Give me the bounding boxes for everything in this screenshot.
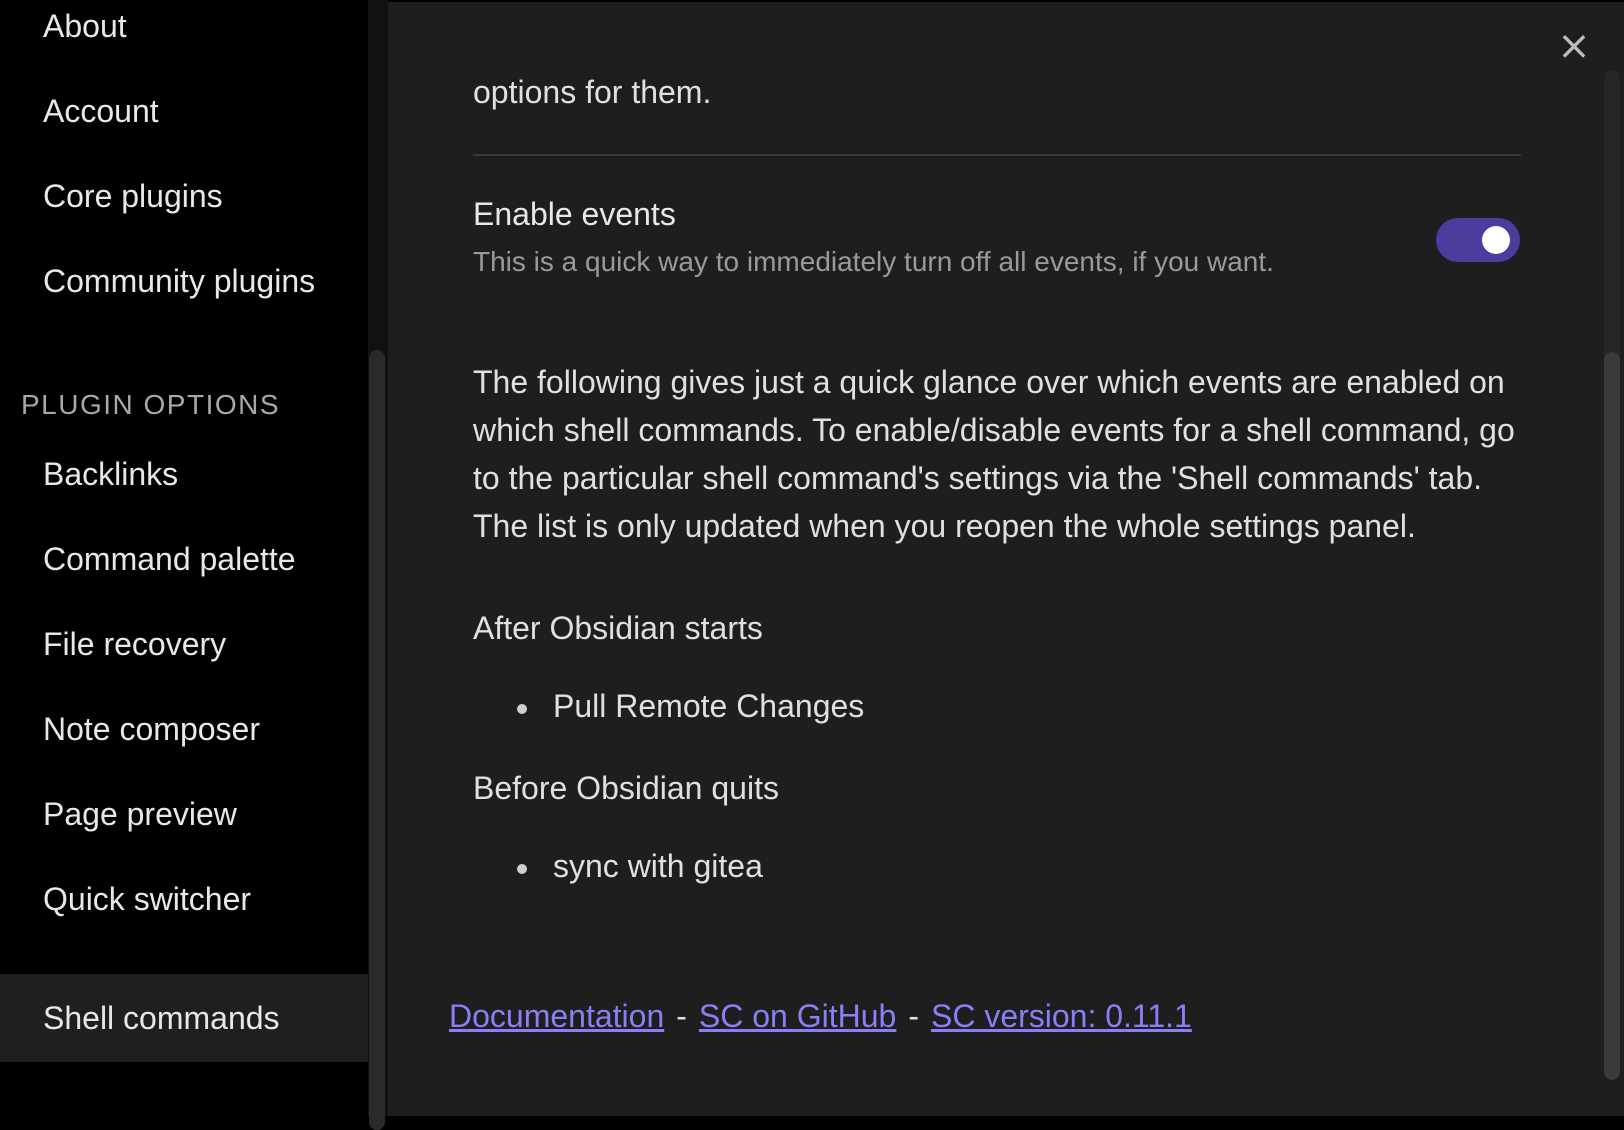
sidebar-item-backlinks[interactable]: Backlinks (0, 430, 368, 518)
sidebar-item-command-palette[interactable]: Command palette (0, 515, 368, 603)
settings-content-panel (388, 2, 1624, 1116)
sidebar-item-file-recovery[interactable]: File recovery (0, 600, 368, 688)
intro-text: options for them. (473, 74, 712, 110)
github-link[interactable]: SC on GitHub (699, 998, 896, 1034)
footer-links: Documentation - SC on GitHub - SC version: 0… (449, 998, 1192, 1035)
content-scrollbar-thumb[interactable] (1604, 352, 1620, 1080)
sidebar-heading-plugin-options: PLUGIN OPTIONS (21, 389, 281, 420)
events-explanation-paragraph: The following gives just a quick glance … (473, 364, 1515, 544)
close-icon[interactable]: × (1556, 26, 1592, 66)
sidebar-item-shell-commands[interactable]: Shell commands (0, 974, 368, 1062)
event-command-name: sync with gitea (553, 848, 763, 884)
settings-sidebar: About Account Core plugins Community plu… (0, 0, 368, 1116)
event-command-name: Pull Remote Changes (553, 688, 865, 724)
enable-events-description: This is a quick way to immediately turn … (473, 246, 1274, 277)
version-link[interactable]: SC version: 0.11.1 (931, 998, 1192, 1034)
sidebar-item-note-composer[interactable]: Note composer (0, 685, 368, 773)
list-item: sync with gitea (513, 848, 763, 885)
sidebar-item-core-plugins[interactable]: Core plugins (0, 152, 368, 240)
sidebar-item-account[interactable]: Account (0, 67, 368, 155)
list-item: Pull Remote Changes (513, 688, 864, 725)
sidebar-item-quick-switcher[interactable]: Quick switcher (0, 855, 368, 943)
documentation-link[interactable]: Documentation (449, 998, 664, 1034)
event-heading-after-obsidian-starts: After Obsidian starts (473, 610, 763, 646)
sidebar-item-page-preview[interactable]: Page preview (0, 770, 368, 858)
event-command-list: sync with gitea (513, 848, 763, 885)
footer-separator: - (908, 998, 919, 1034)
sidebar-item-about[interactable]: About (0, 0, 368, 70)
divider (473, 154, 1521, 156)
bullet-icon (517, 704, 527, 714)
footer-separator: - (676, 998, 687, 1034)
event-heading-before-obsidian-quits: Before Obsidian quits (473, 770, 779, 806)
event-command-list: Pull Remote Changes (513, 688, 864, 725)
sidebar-scrollbar[interactable] (369, 350, 385, 1130)
enable-events-label: Enable events (473, 196, 676, 232)
bullet-icon (517, 864, 527, 874)
sidebar-item-community-plugins[interactable]: Community plugins (0, 237, 368, 325)
toggle-knob (1482, 226, 1510, 254)
enable-events-toggle[interactable] (1436, 218, 1520, 262)
